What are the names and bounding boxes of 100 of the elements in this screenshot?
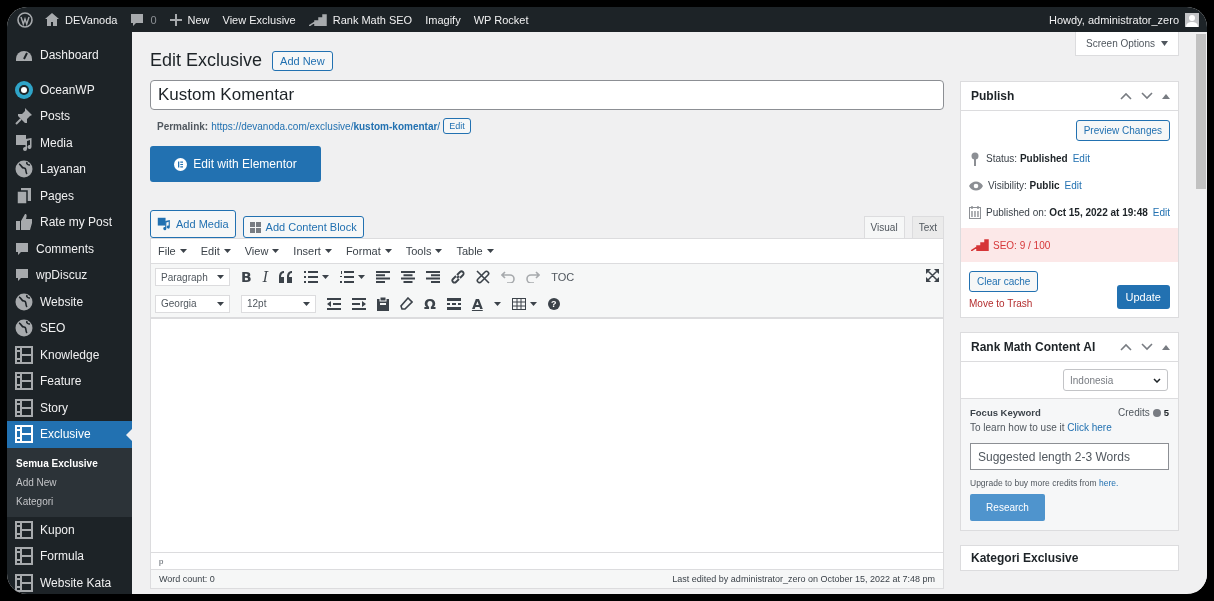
sidebar-item[interactable]: Posts: [7, 103, 132, 130]
caret-icon[interactable]: [529, 301, 537, 306]
submenu-item[interactable]: Semua Exclusive: [7, 453, 132, 473]
eraser-icon[interactable]: [400, 297, 413, 310]
language-dropdown[interactable]: Indonesia: [1063, 369, 1168, 391]
sidebar-item[interactable]: Website Kata: [7, 569, 132, 594]
submenu-item[interactable]: Add New: [7, 472, 132, 492]
table-icon[interactable]: [511, 297, 526, 310]
sidebar-item[interactable]: Knowledge: [7, 341, 132, 368]
caret-icon[interactable]: [303, 301, 310, 306]
upgrade-link[interactable]: here.: [1099, 478, 1119, 488]
outdent-icon[interactable]: [327, 297, 341, 310]
toolbar-button[interactable]: I: [262, 269, 269, 285]
quote-icon[interactable]: [279, 271, 294, 283]
comments-link[interactable]: 0: [130, 12, 157, 27]
editor-tab[interactable]: Visual: [863, 216, 905, 238]
scrollbar-thumb[interactable]: [1196, 34, 1206, 189]
elementor-button[interactable]: Edit with Elementor: [150, 146, 321, 182]
caret-icon[interactable]: [358, 275, 366, 279]
wordpress-logo-icon[interactable]: [17, 11, 33, 28]
editor-tab[interactable]: Text: [911, 216, 944, 238]
preview-changes-button[interactable]: Preview Changes: [1075, 120, 1170, 141]
sidebar-item[interactable]: Layanan: [7, 156, 132, 183]
dropdown[interactable]: Paragraph: [155, 268, 230, 286]
menu-item[interactable]: Insert: [293, 245, 332, 257]
edit-link[interactable]: Edit: [1064, 180, 1082, 191]
element-path[interactable]: p: [159, 556, 164, 566]
move-to-trash-link[interactable]: Move to Trash: [969, 298, 1033, 309]
admin-bar-link[interactable]: WP Rocket: [473, 13, 529, 26]
clipboard-icon[interactable]: [377, 296, 389, 311]
menu-item[interactable]: View: [244, 245, 280, 257]
admin-bar-link[interactable]: View Exclusive: [222, 13, 296, 26]
bullet-list-icon[interactable]: [304, 271, 319, 283]
unlink-icon[interactable]: [476, 270, 491, 284]
edit-link[interactable]: Edit: [1152, 207, 1170, 218]
sidebar-item[interactable]: Kupon: [7, 516, 132, 543]
caret-icon[interactable]: [322, 275, 330, 279]
menu-item[interactable]: Table: [456, 245, 494, 257]
sidebar-item[interactable]: OceanWP: [7, 76, 132, 103]
move-down-icon[interactable]: [1141, 343, 1153, 351]
collapse-icon[interactable]: [1162, 344, 1170, 350]
click-here-link[interactable]: Click here: [1067, 422, 1112, 433]
caret-icon: [384, 249, 392, 253]
sidebar-item[interactable]: Exclusive: [7, 421, 132, 448]
sidebar-item[interactable]: Feature: [7, 368, 132, 395]
permalink-edit-button[interactable]: Edit: [443, 118, 471, 134]
clear-cache-button[interactable]: Clear cache: [969, 271, 1039, 292]
sidebar-item[interactable]: Dashboard: [7, 42, 132, 69]
move-up-icon[interactable]: [1120, 92, 1132, 100]
dropdown[interactable]: 12pt: [241, 294, 316, 313]
move-down-icon[interactable]: [1141, 92, 1153, 100]
sidebar-item[interactable]: Media: [7, 129, 132, 156]
sidebar-item[interactable]: Pages: [7, 182, 132, 209]
align-center-icon[interactable]: [401, 271, 416, 283]
add-media-button[interactable]: Add Media: [150, 210, 236, 238]
update-button[interactable]: Update: [1116, 285, 1170, 309]
avatar-icon[interactable]: [1185, 12, 1199, 27]
sidebar-item[interactable]: Formula: [7, 543, 132, 570]
caret-icon[interactable]: [493, 301, 501, 306]
menu-item[interactable]: Edit: [200, 245, 231, 257]
move-up-icon[interactable]: [1120, 343, 1132, 351]
add-content-block-button[interactable]: Add Content Block: [242, 216, 364, 238]
sidebar-item[interactable]: SEO: [7, 315, 132, 342]
add-new-button[interactable]: Add New: [272, 50, 333, 71]
menu-item[interactable]: File: [158, 245, 187, 257]
account-link[interactable]: Howdy, administrator_zero: [1049, 12, 1199, 27]
numbered-list-icon[interactable]: [340, 271, 355, 283]
toolbar-button[interactable]: B: [241, 269, 252, 285]
fullscreen-icon[interactable]: [926, 269, 939, 282]
toolbar-button[interactable]: TOC: [551, 271, 575, 283]
collapse-icon[interactable]: [1162, 93, 1170, 99]
title-field[interactable]: Kustom Komentar: [150, 80, 944, 110]
help-button[interactable]: ?: [547, 297, 560, 310]
horizontal-line-icon[interactable]: [446, 297, 461, 310]
keyword-input[interactable]: Suggested length 2-3 Words: [970, 443, 1169, 470]
menu-item[interactable]: Tools: [405, 245, 443, 257]
screen-options-button[interactable]: Screen Options: [1075, 32, 1179, 56]
admin-bar-link[interactable]: Rank Math SEO: [308, 13, 413, 26]
text-color-button[interactable]: A: [471, 295, 483, 312]
align-right-icon[interactable]: [426, 271, 441, 283]
permalink-link[interactable]: https://devanoda.com/exclusive/kustom-komentar/: [211, 120, 441, 132]
seo-score[interactable]: SEO: 9 / 100: [993, 239, 1051, 251]
site-name-link[interactable]: DEVanoda: [45, 13, 118, 26]
align-left-icon[interactable]: [376, 271, 391, 283]
new-link[interactable]: New: [169, 13, 210, 26]
link-icon[interactable]: [451, 270, 466, 284]
edit-link[interactable]: Edit: [1072, 153, 1090, 164]
sidebar-item[interactable]: wpDiscuz: [7, 262, 132, 289]
submenu-item[interactable]: Kategori: [7, 491, 132, 511]
sidebar-item[interactable]: Story: [7, 394, 132, 421]
toolbar-button[interactable]: Ω: [424, 295, 436, 312]
admin-bar-link[interactable]: Imagify: [425, 13, 461, 26]
menu-item[interactable]: Format: [345, 245, 392, 257]
indent-icon[interactable]: [352, 297, 366, 310]
caret-icon[interactable]: [217, 301, 224, 306]
sidebar-item[interactable]: Website: [7, 288, 132, 315]
caret-icon[interactable]: [217, 275, 224, 279]
sidebar-item[interactable]: Comments: [7, 235, 132, 262]
sidebar-item[interactable]: Rate my Post: [7, 209, 132, 236]
dropdown[interactable]: Georgia: [155, 294, 230, 313]
